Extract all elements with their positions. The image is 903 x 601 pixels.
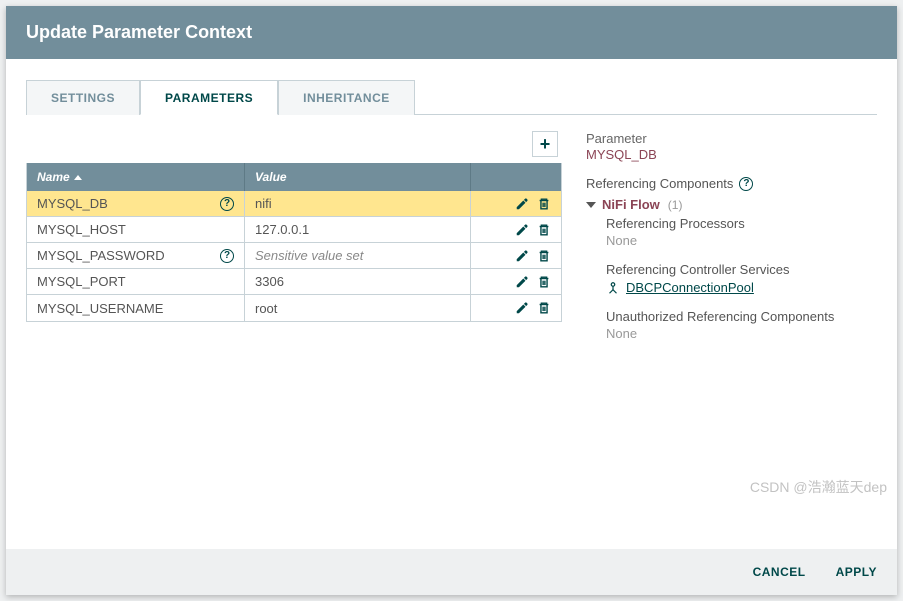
col-header-actions — [471, 163, 561, 191]
info-icon[interactable]: ? — [220, 197, 234, 211]
cancel-button[interactable]: CANCEL — [753, 565, 806, 579]
details-panel: Parameter MYSQL_DB Referencing Component… — [586, 131, 866, 341]
watermark: CSDN @浩瀚蓝天dep — [750, 477, 887, 497]
param-actions-cell — [471, 243, 561, 268]
edit-icon[interactable] — [515, 197, 529, 211]
col-header-name[interactable]: Name — [27, 163, 245, 191]
tab-inheritance[interactable]: INHERITANCE — [278, 80, 415, 115]
table-row[interactable]: MYSQL_PASSWORD?Sensitive value set — [27, 243, 561, 269]
processors-none: None — [606, 233, 866, 248]
sort-asc-icon — [74, 175, 82, 180]
param-value-cell: root — [245, 295, 471, 321]
tab-parameters[interactable]: PARAMETERS — [140, 80, 278, 115]
param-name-cell: MYSQL_PORT — [27, 269, 245, 294]
dialog: Update Parameter Context SETTINGS PARAME… — [6, 6, 897, 595]
edit-icon[interactable] — [515, 301, 529, 315]
table-row[interactable]: MYSQL_USERNAMEroot — [27, 295, 561, 321]
flow-name[interactable]: NiFi Flow — [602, 197, 660, 212]
parameter-label: Parameter — [586, 131, 866, 146]
delete-icon[interactable] — [537, 275, 551, 289]
param-value-cell: Sensitive value set — [245, 243, 471, 268]
col-header-value[interactable]: Value — [245, 163, 471, 191]
edit-icon[interactable] — [515, 275, 529, 289]
param-actions-cell — [471, 217, 561, 242]
param-actions-cell — [471, 191, 561, 216]
param-name-cell: MYSQL_DB? — [27, 191, 245, 216]
param-actions-cell — [471, 295, 561, 321]
controller-service-link[interactable]: DBCPConnectionPool — [626, 280, 754, 295]
param-value-cell: 127.0.0.1 — [245, 217, 471, 242]
plus-icon: + — [540, 134, 551, 155]
param-name-cell: MYSQL_PASSWORD? — [27, 243, 245, 268]
selected-parameter-name: MYSQL_DB — [586, 147, 866, 162]
param-value-cell: nifi — [245, 191, 471, 216]
parameter-table: Name Value MYSQL_DB?nifiMYSQL_HOST127.0.… — [26, 163, 562, 322]
help-icon[interactable]: ? — [739, 177, 753, 191]
flow-count: (1) — [668, 198, 683, 212]
table-row[interactable]: MYSQL_PORT3306 — [27, 269, 561, 295]
dialog-title: Update Parameter Context — [6, 6, 897, 59]
delete-icon[interactable] — [537, 223, 551, 237]
param-name-cell: MYSQL_HOST — [27, 217, 245, 242]
unauthorized-label: Unauthorized Referencing Components — [606, 309, 866, 324]
referencing-components-label: Referencing Components — [586, 176, 733, 191]
tab-bar: SETTINGS PARAMETERS INHERITANCE — [26, 79, 877, 115]
delete-icon[interactable] — [537, 197, 551, 211]
delete-icon[interactable] — [537, 249, 551, 263]
table-row[interactable]: MYSQL_HOST127.0.0.1 — [27, 217, 561, 243]
param-name-cell: MYSQL_USERNAME — [27, 295, 245, 321]
info-icon[interactable]: ? — [220, 249, 234, 263]
tab-settings[interactable]: SETTINGS — [26, 80, 140, 115]
services-label: Referencing Controller Services — [606, 262, 866, 277]
param-value-cell: 3306 — [245, 269, 471, 294]
processors-label: Referencing Processors — [606, 216, 866, 231]
unauthorized-none: None — [606, 326, 866, 341]
parameter-table-header: Name Value — [27, 163, 561, 191]
dialog-body: SETTINGS PARAMETERS INHERITANCE + Name V… — [6, 59, 897, 549]
expand-icon[interactable] — [586, 202, 596, 208]
table-row[interactable]: MYSQL_DB?nifi — [27, 191, 561, 217]
apply-button[interactable]: APPLY — [836, 565, 877, 579]
service-icon — [606, 281, 620, 295]
edit-icon[interactable] — [515, 249, 529, 263]
delete-icon[interactable] — [537, 301, 551, 315]
param-actions-cell — [471, 269, 561, 294]
dialog-footer: CANCEL APPLY — [6, 549, 897, 595]
add-parameter-button[interactable]: + — [532, 131, 558, 157]
edit-icon[interactable] — [515, 223, 529, 237]
